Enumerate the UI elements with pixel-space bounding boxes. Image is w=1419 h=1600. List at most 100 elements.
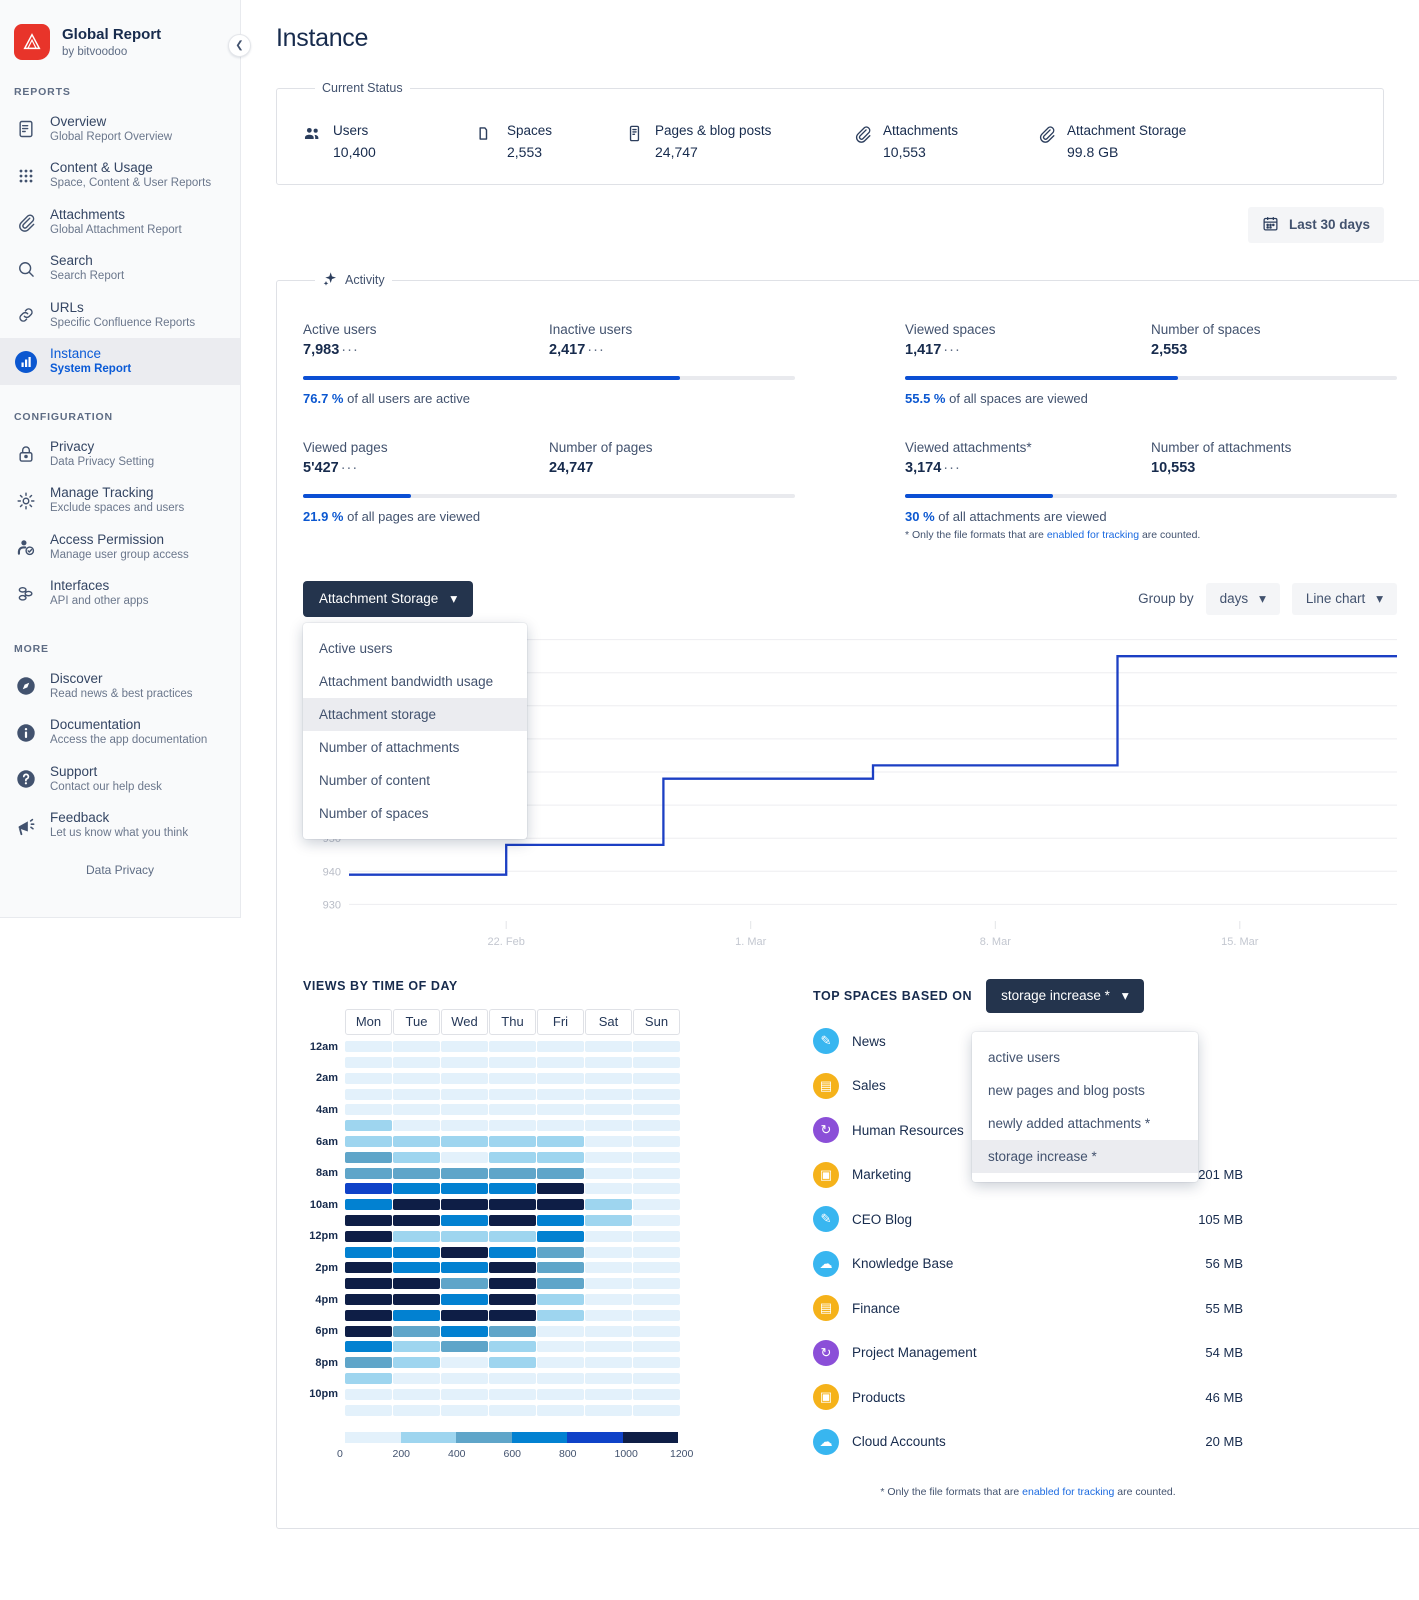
- metric-right-dots[interactable]: ···: [587, 342, 605, 358]
- heatmap-cell[interactable]: [633, 1404, 680, 1416]
- heatmap-cell[interactable]: [345, 1167, 392, 1179]
- heatmap-cell[interactable]: [633, 1057, 680, 1069]
- heatmap-cell[interactable]: [441, 1041, 488, 1053]
- heatmap-cell[interactable]: [633, 1041, 680, 1053]
- heatmap-cell[interactable]: [489, 1072, 536, 1084]
- heatmap-cell[interactable]: [585, 1057, 632, 1069]
- heatmap-cell[interactable]: [633, 1120, 680, 1132]
- heatmap-cell[interactable]: [633, 1373, 680, 1384]
- heatmap-cell[interactable]: [585, 1388, 632, 1400]
- heatmap-cell[interactable]: [633, 1072, 680, 1084]
- heatmap-cell[interactable]: [537, 1309, 584, 1321]
- sidebar-footer-link[interactable]: Data Privacy: [0, 863, 240, 877]
- heatmap-cell[interactable]: [345, 1151, 392, 1163]
- heatmap-cell[interactable]: [393, 1388, 440, 1400]
- heatmap-cell[interactable]: [345, 1278, 392, 1290]
- heatmap-cell[interactable]: [441, 1183, 488, 1195]
- heatmap-cell[interactable]: [489, 1215, 536, 1227]
- heatmap-cell[interactable]: [345, 1357, 392, 1369]
- heatmap-cell[interactable]: [345, 1230, 392, 1242]
- sidebar-item-manage-tracking[interactable]: Manage Tracking Exclude spaces and users: [0, 477, 240, 523]
- top-spaces-option-storage-increase-star[interactable]: storage increase *: [972, 1139, 1198, 1173]
- top-spaces-option-newly-added-attachments-star[interactable]: newly added attachments *: [972, 1107, 1198, 1140]
- top-spaces-select-button[interactable]: storage increase * ▾: [986, 978, 1144, 1013]
- sidebar-item-privacy[interactable]: Privacy Data Privacy Setting: [0, 431, 240, 477]
- sidebar-item-interfaces[interactable]: Interfaces API and other apps: [0, 570, 240, 616]
- heatmap-cell[interactable]: [537, 1215, 584, 1227]
- heatmap-cell[interactable]: [633, 1199, 680, 1211]
- heatmap-cell[interactable]: [441, 1325, 488, 1337]
- metric-left-dots[interactable]: ···: [341, 342, 359, 358]
- heatmap-cell[interactable]: [585, 1167, 632, 1179]
- heatmap-cell[interactable]: [393, 1278, 440, 1290]
- sidebar-item-access-permission[interactable]: Access Permission Manage user group acces…: [0, 524, 240, 570]
- heatmap-cell[interactable]: [633, 1136, 680, 1148]
- heatmap-cell[interactable]: [393, 1041, 440, 1053]
- sidebar-item-urls[interactable]: URLs Specific Confluence Reports: [0, 292, 240, 338]
- metric-option-attachment-storage[interactable]: Attachment storage: [303, 697, 527, 731]
- metric-option-number-of-spaces[interactable]: Number of spaces: [303, 797, 527, 830]
- heatmap-cell[interactable]: [393, 1341, 440, 1353]
- sidebar-item-instance[interactable]: Instance System Report: [0, 338, 240, 385]
- heatmap-cell[interactable]: [345, 1341, 392, 1353]
- heatmap-cell[interactable]: [537, 1388, 584, 1400]
- top-spaces-dropdown-menu[interactable]: active users new pages and blog posts newl…: [972, 1031, 1198, 1182]
- heatmap-cell[interactable]: [441, 1167, 488, 1179]
- heatmap-cell[interactable]: [393, 1309, 440, 1321]
- heatmap-cell[interactable]: [537, 1357, 584, 1369]
- heatmap-cell[interactable]: [441, 1215, 488, 1227]
- enabled-for-tracking-link[interactable]: enabled for tracking: [1022, 1486, 1114, 1498]
- heatmap-cell[interactable]: [537, 1373, 584, 1384]
- heatmap-cell[interactable]: [537, 1072, 584, 1084]
- top-space-row[interactable]: ☁ Cloud Accounts 20 MB: [813, 1419, 1243, 1464]
- heatmap-cell[interactable]: [633, 1183, 680, 1195]
- enabled-for-tracking-link[interactable]: enabled for tracking: [1047, 529, 1139, 541]
- heatmap-cell[interactable]: [345, 1199, 392, 1211]
- heatmap-cell[interactable]: [489, 1357, 536, 1369]
- heatmap-cell[interactable]: [489, 1136, 536, 1148]
- heatmap-cell[interactable]: [345, 1072, 392, 1084]
- heatmap-cell[interactable]: [441, 1262, 488, 1274]
- heatmap-cell[interactable]: [441, 1388, 488, 1400]
- top-spaces-option-new-pages-and-blog-posts[interactable]: new pages and blog posts: [972, 1074, 1198, 1107]
- heatmap-cell[interactable]: [537, 1278, 584, 1290]
- heatmap-cell[interactable]: [489, 1278, 536, 1290]
- heatmap-cell[interactable]: [393, 1325, 440, 1337]
- heatmap-cell[interactable]: [489, 1388, 536, 1400]
- metric-dropdown-menu[interactable]: Active users Attachment bandwidth usage At…: [303, 622, 527, 839]
- heatmap-cell[interactable]: [345, 1120, 392, 1132]
- heatmap-cell[interactable]: [393, 1199, 440, 1211]
- date-range-button[interactable]: Last 30 days: [1247, 206, 1384, 243]
- heatmap-cell[interactable]: [537, 1294, 584, 1306]
- heatmap-cell[interactable]: [393, 1120, 440, 1132]
- heatmap-cell[interactable]: [585, 1294, 632, 1306]
- heatmap-cell[interactable]: [537, 1199, 584, 1211]
- heatmap-cell[interactable]: [441, 1246, 488, 1258]
- sidebar-item-attachments[interactable]: Attachments Global Attachment Report: [0, 199, 240, 245]
- sidebar-item-support[interactable]: Support Contact our help desk: [0, 756, 240, 802]
- heatmap-cell[interactable]: [441, 1104, 488, 1116]
- heatmap-cell[interactable]: [537, 1151, 584, 1163]
- heatmap-cell[interactable]: [585, 1325, 632, 1337]
- heatmap-cell[interactable]: [393, 1404, 440, 1416]
- heatmap-cell[interactable]: [489, 1294, 536, 1306]
- heatmap-cell[interactable]: [537, 1088, 584, 1100]
- heatmap-cell[interactable]: [633, 1325, 680, 1337]
- heatmap-cell[interactable]: [537, 1246, 584, 1258]
- heatmap-cell[interactable]: [585, 1199, 632, 1211]
- heatmap-cell[interactable]: [585, 1041, 632, 1053]
- metric-left-dots[interactable]: ···: [943, 460, 961, 476]
- heatmap-cell[interactable]: [537, 1404, 584, 1416]
- heatmap-cell[interactable]: [585, 1120, 632, 1132]
- group-by-select[interactable]: days ▾: [1205, 582, 1280, 615]
- sidebar-item-discover[interactable]: Discover Read news & best practices: [0, 663, 240, 709]
- heatmap-cell[interactable]: [489, 1325, 536, 1337]
- heatmap-cell[interactable]: [585, 1183, 632, 1195]
- heatmap-cell[interactable]: [489, 1230, 536, 1242]
- heatmap-cell[interactable]: [393, 1072, 440, 1084]
- heatmap-cell[interactable]: [633, 1278, 680, 1290]
- heatmap-cell[interactable]: [393, 1294, 440, 1306]
- heatmap-cell[interactable]: [441, 1341, 488, 1353]
- heatmap-cell[interactable]: [345, 1373, 392, 1384]
- sidebar-item-overview[interactable]: Overview Global Report Overview: [0, 106, 240, 152]
